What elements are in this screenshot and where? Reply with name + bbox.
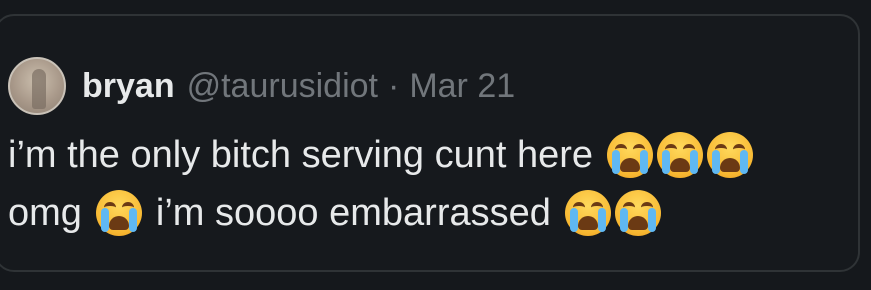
loudly-crying-face-icon (614, 190, 661, 236)
loudly-crying-face-icon (564, 190, 611, 236)
tweet-text: i’m the only bitch serving cunt here omg… (8, 126, 871, 242)
tweet-line-2-text-a: omg (8, 192, 82, 234)
loudly-crying-face-icon (707, 132, 754, 178)
tweet-date[interactable]: Mar 21 (409, 67, 515, 106)
avatar[interactable] (8, 57, 66, 115)
tweet-line-1: i’m the only bitch serving cunt here (8, 126, 871, 184)
loudly-crying-face-icon (607, 132, 654, 178)
author-name[interactable]: bryan (82, 67, 175, 106)
loudly-crying-face-icon (657, 132, 704, 178)
separator-dot: · (387, 66, 400, 105)
tweet-line-2-text-b: i’m soooo embarrassed (155, 192, 551, 234)
loudly-crying-face-icon (95, 190, 142, 236)
tweet-header: bryan @taurusidiot · Mar 21 (8, 57, 515, 115)
tweet-line-2: omg i’m soooo embarrassed (8, 184, 871, 242)
author-handle[interactable]: @taurusidiot (187, 67, 378, 106)
tweet-line-1-text: i’m the only bitch serving cunt here (8, 134, 594, 176)
